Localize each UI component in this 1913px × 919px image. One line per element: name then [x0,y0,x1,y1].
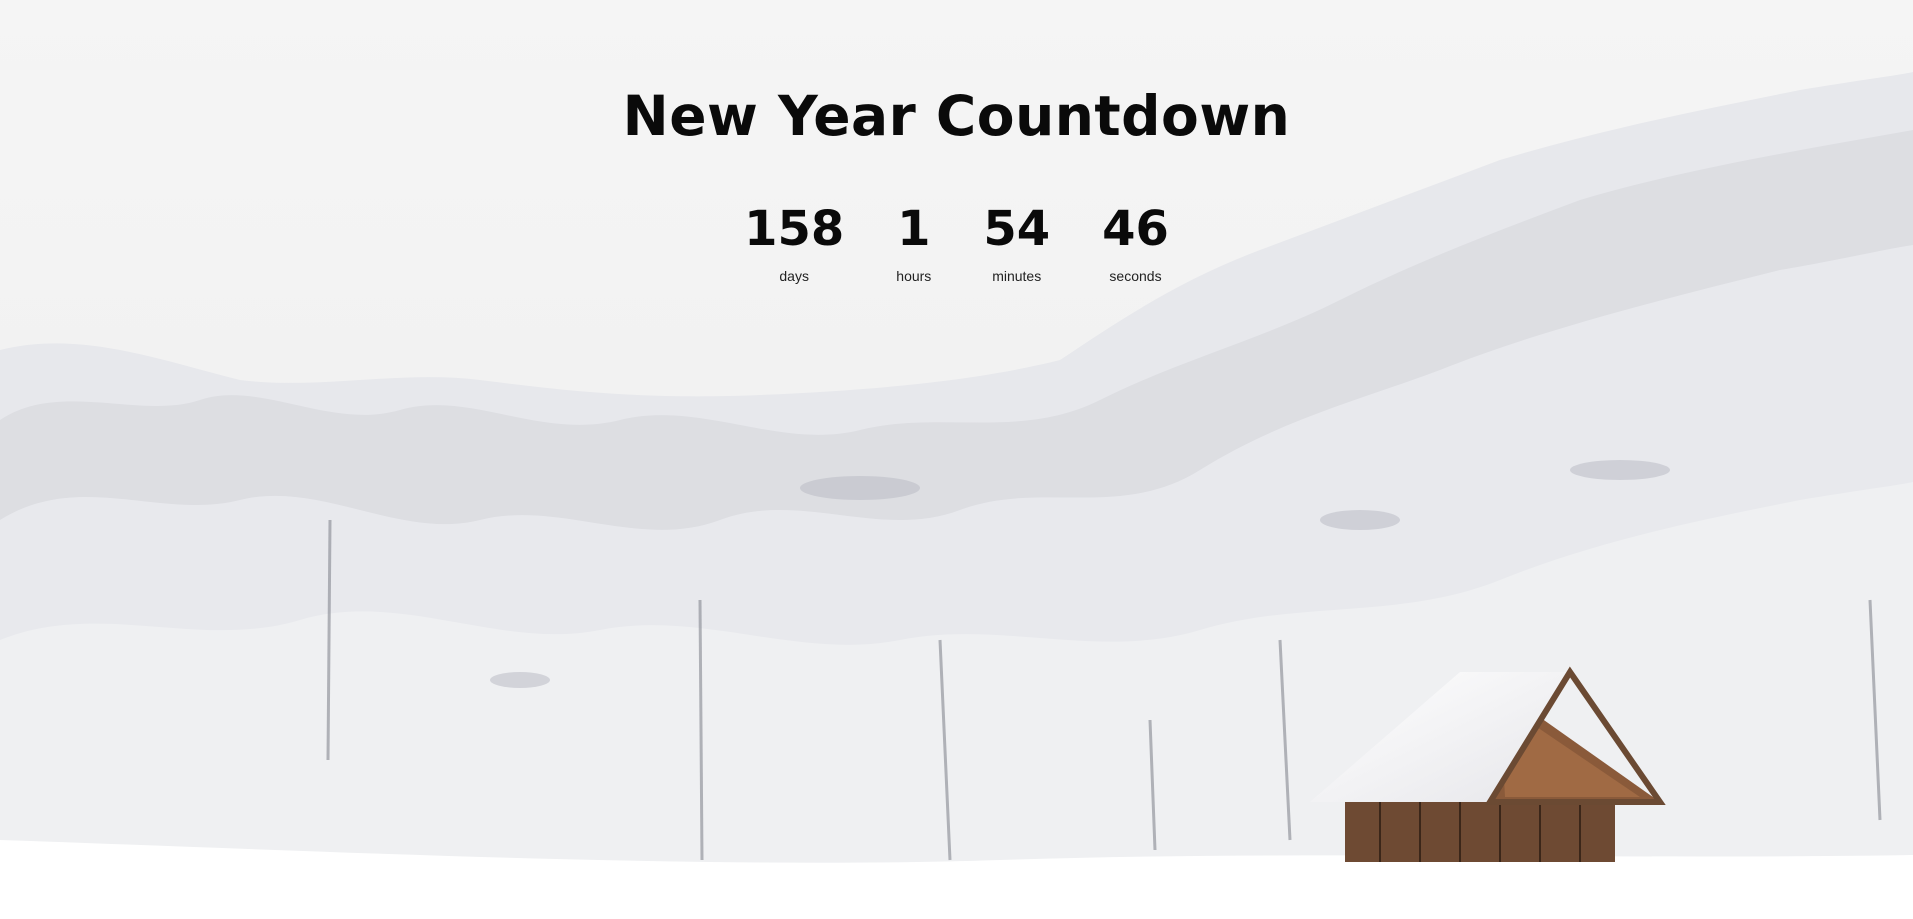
hours-value: 1 [897,201,931,257]
countdown-hours: 1 hours [896,198,931,284]
days-label: days [779,268,809,284]
page-title: New Year Countdown [622,84,1291,148]
days-value: 158 [744,201,845,257]
seconds-label: seconds [1109,268,1162,284]
hours-label: hours [896,268,932,284]
countdown-minutes: 54 minutes [983,198,1050,284]
countdown-timer: 158 days 1 hours 54 minutes 46 seconds [0,198,1913,284]
minutes-label: minutes [992,268,1042,284]
countdown-overlay: New Year Countdown 158 days 1 hours 54 m… [0,0,1913,919]
seconds-value: 46 [1102,201,1169,257]
countdown-seconds: 46 seconds [1102,198,1169,284]
countdown-days: 158 days [744,198,844,284]
minutes-value: 54 [983,201,1051,257]
